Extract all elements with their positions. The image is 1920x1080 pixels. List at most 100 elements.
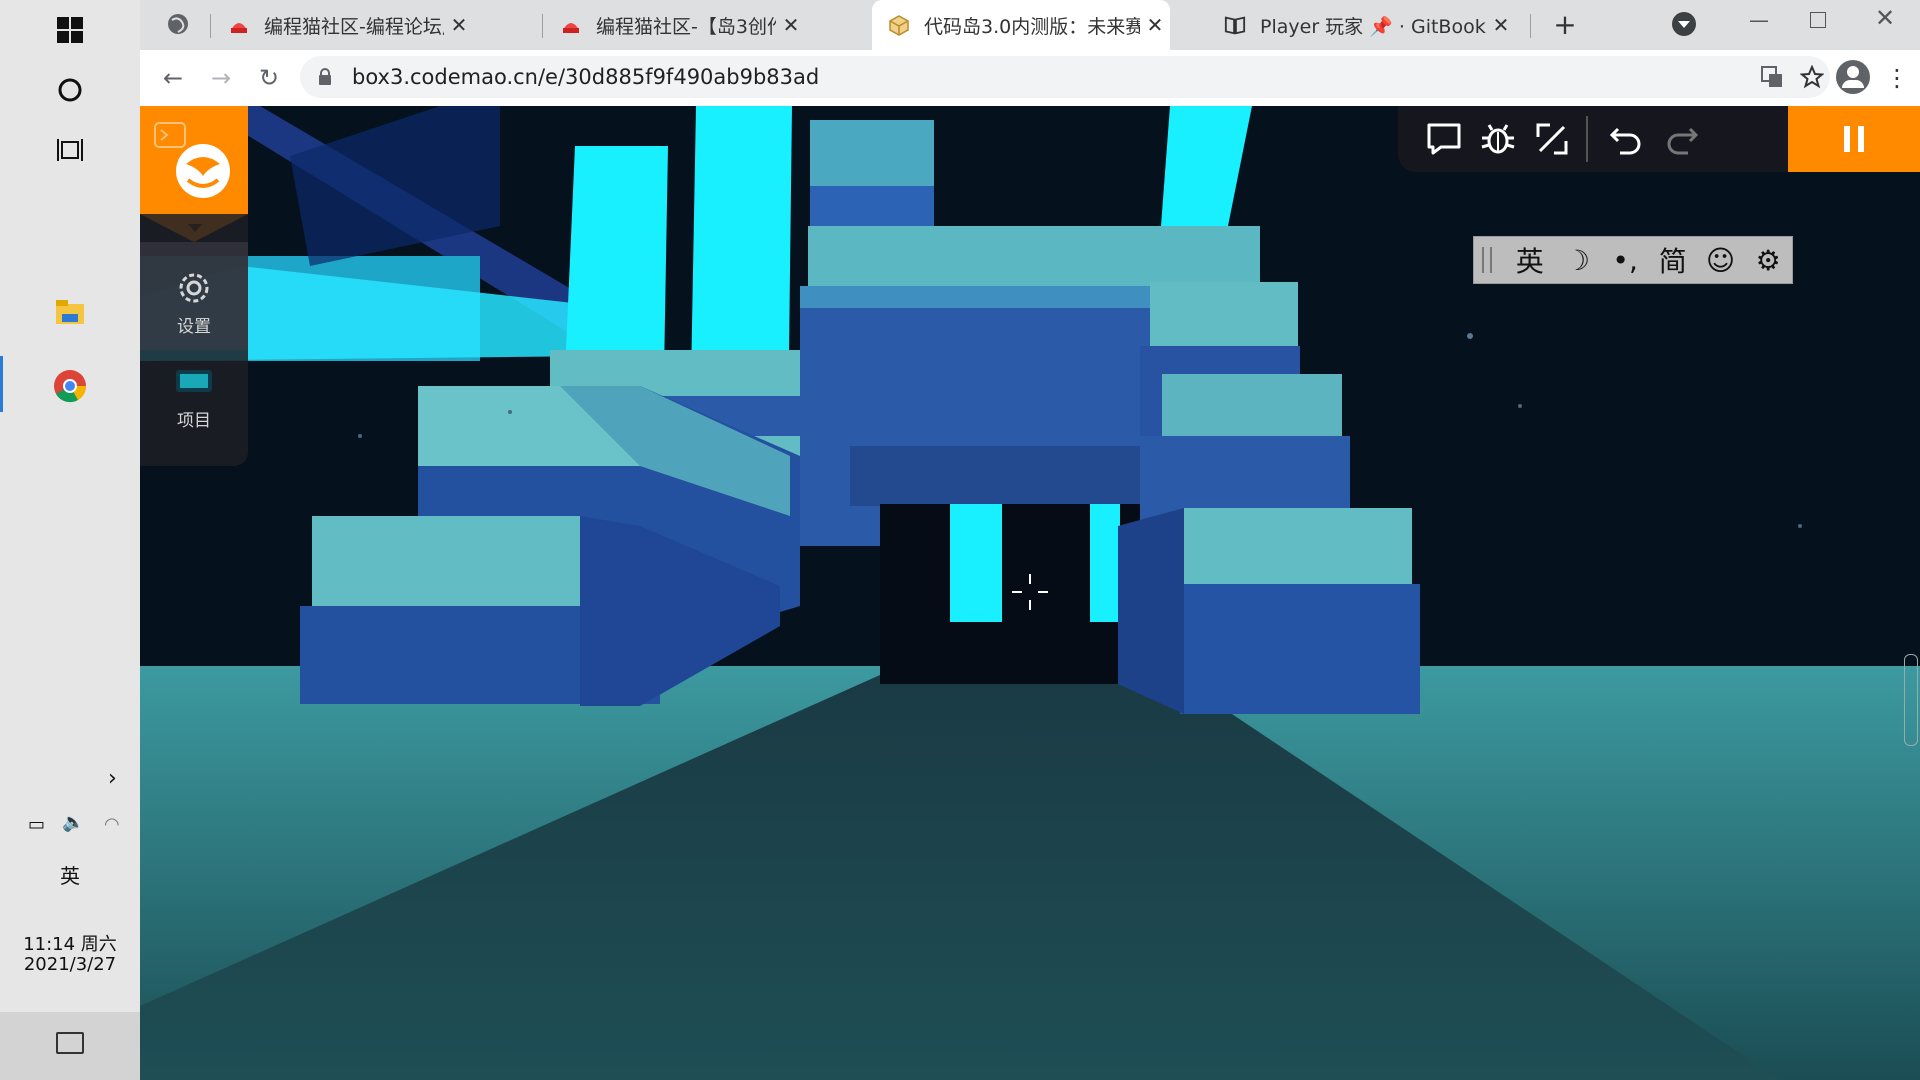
side-menu-projects[interactable]: 项目 <box>140 354 248 464</box>
windows-icon <box>57 17 83 43</box>
close-icon[interactable]: ✕ <box>1140 13 1170 37</box>
debug-button[interactable] <box>1476 117 1520 161</box>
pause-button[interactable] <box>1788 106 1920 172</box>
network-icon[interactable]: ◠ <box>104 814 120 835</box>
back-button[interactable]: ← <box>156 61 190 95</box>
person-body-shape <box>1842 80 1864 88</box>
folder-icon <box>56 300 84 324</box>
box3-cube-icon <box>889 15 909 36</box>
star-dot <box>508 410 512 414</box>
side-scroll-handle[interactable] <box>1904 654 1918 746</box>
search-button[interactable] <box>0 60 140 120</box>
arrow-right-icon: → <box>210 64 232 92</box>
tab-search-button[interactable] <box>1672 12 1696 36</box>
editor-side-panel: 设置 项目 <box>140 106 248 466</box>
beam-shape <box>950 504 1002 622</box>
tab-box3-editor[interactable]: 代码岛3.0内测版：未来赛车 ✕ <box>872 0 1170 50</box>
clock-time[interactable]: 11:14 周六 <box>0 930 140 956</box>
chrome-icon <box>54 370 87 403</box>
file-explorer-button[interactable] <box>0 282 140 342</box>
tab-separator <box>1530 14 1531 38</box>
project-thumbnail-icon <box>176 370 212 392</box>
url-text[interactable]: box3.codemao.cn/e/30d885f9f490ab9b83ad <box>352 65 819 89</box>
chat-button[interactable] <box>1422 117 1466 161</box>
side-menu-label: 项目 <box>177 411 211 431</box>
gear-icon[interactable]: ⚙ <box>1744 244 1792 277</box>
tab-separator <box>210 14 211 38</box>
action-center-area <box>0 1012 140 1080</box>
globe-icon <box>168 14 188 34</box>
tab-community-forum[interactable]: 编程猫社区-编程论坛广场-编 ✕ <box>212 0 474 50</box>
toolbar-divider <box>1586 116 1588 162</box>
redo-icon <box>1667 127 1699 155</box>
volume-icon[interactable]: 🔈 <box>62 812 84 833</box>
close-icon[interactable]: ✕ <box>776 13 806 37</box>
new-tab-button[interactable]: + <box>1548 8 1582 42</box>
reload-icon: ↻ <box>258 64 280 92</box>
codemao-logo-icon <box>176 144 230 198</box>
forward-button[interactable]: → <box>204 61 238 95</box>
punctuation-icon[interactable]: •, <box>1601 244 1649 277</box>
box3-logo-button[interactable] <box>140 106 248 214</box>
cortana-icon <box>58 78 82 102</box>
undo-icon <box>1609 127 1641 155</box>
close-icon[interactable]: ✕ <box>1486 13 1516 37</box>
star-bookmark-icon[interactable] <box>1800 65 1824 89</box>
emoji-icon[interactable]: ☺ <box>1697 244 1745 277</box>
battery-icon[interactable]: ▭ <box>28 814 45 835</box>
bug-icon <box>1481 124 1515 154</box>
ice-block-side <box>1118 508 1184 714</box>
translate-icon[interactable] <box>1760 65 1784 89</box>
notification-icon[interactable] <box>56 1032 84 1054</box>
tab-title: 编程猫社区-【岛3创作节】挑 <box>596 15 776 38</box>
moon-icon[interactable]: ☽ <box>1554 244 1602 277</box>
ime-indicator[interactable]: 英 <box>0 860 140 889</box>
ime-simplified-toggle[interactable]: 简 <box>1649 240 1697 280</box>
redo-button[interactable] <box>1660 117 1704 161</box>
browser-toolbar: ← → ↻ box3.codemao.cn/e/30d885f9f490ab9b… <box>140 50 1920 107</box>
address-bar[interactable]: box3.codemao.cn/e/30d885f9f490ab9b83ad <box>300 56 1830 98</box>
task-view-button[interactable] <box>0 120 140 180</box>
browser-tab-strip: 编程猫社区-编程论坛广场-编 ✕ 编程猫社区-【岛3创作节】挑 ✕ 代码岛3.0… <box>140 0 1920 50</box>
codemao-favicon-icon <box>231 23 247 33</box>
start-button[interactable] <box>0 0 140 60</box>
tab-island3-festival[interactable]: 编程猫社区-【岛3创作节】挑 ✕ <box>544 0 806 50</box>
close-icon[interactable]: ✕ <box>444 13 474 37</box>
drag-handle[interactable] <box>1482 247 1492 273</box>
expand-icon <box>1536 123 1568 155</box>
ime-lang-toggle[interactable]: 英 <box>1506 240 1554 280</box>
person-icon <box>1847 66 1859 78</box>
clock-date[interactable]: 2021/3/27 <box>0 954 140 975</box>
chrome-menu-button[interactable]: ⋮ <box>1880 61 1914 95</box>
tab-separator <box>542 14 543 38</box>
tab-gitbook-player[interactable]: Player 玩家 📌 · GitBook ✕ <box>1208 0 1516 50</box>
game-viewport[interactable]: 设置 项目 英 ☽ •, 简 ☺ ⚙ <box>140 106 1920 1080</box>
chat-bubble-icon <box>1427 123 1461 155</box>
fullscreen-button[interactable] <box>1530 117 1574 161</box>
star-dot <box>1518 404 1522 408</box>
chrome-button[interactable] <box>0 356 140 416</box>
chevron-right-icon: › <box>108 765 117 791</box>
side-menu-settings[interactable]: 设置 <box>140 242 248 350</box>
profile-avatar[interactable] <box>1836 60 1870 94</box>
lock-icon <box>319 68 331 85</box>
minimize-button[interactable]: — <box>1744 8 1774 32</box>
tab-title: 代码岛3.0内测版：未来赛车 <box>924 15 1140 38</box>
show-hidden-icons-button[interactable]: › <box>0 758 140 798</box>
tab-title: 编程猫社区-编程论坛广场-编 <box>264 15 444 38</box>
star-dot <box>358 434 362 438</box>
chevron-down-icon <box>1678 21 1690 28</box>
arrow-left-icon: ← <box>162 64 184 92</box>
restore-button[interactable] <box>1810 12 1826 28</box>
window-close-button[interactable]: ✕ <box>1870 4 1900 32</box>
windows-taskbar: › ▭ 🔈 ◠ 英 11:14 周六 2021/3/27 <box>0 0 140 1080</box>
side-menu: 设置 项目 <box>140 214 248 466</box>
undo-button[interactable] <box>1604 117 1648 161</box>
tab-favicon-globe[interactable] <box>166 12 192 38</box>
ime-toolbar: 英 ☽ •, 简 ☺ ⚙ <box>1473 236 1793 284</box>
star-dot <box>1467 333 1473 339</box>
beam-shape <box>1090 504 1120 622</box>
task-view-icon <box>57 139 83 161</box>
book-icon <box>1224 16 1246 35</box>
reload-button[interactable]: ↻ <box>252 61 286 95</box>
